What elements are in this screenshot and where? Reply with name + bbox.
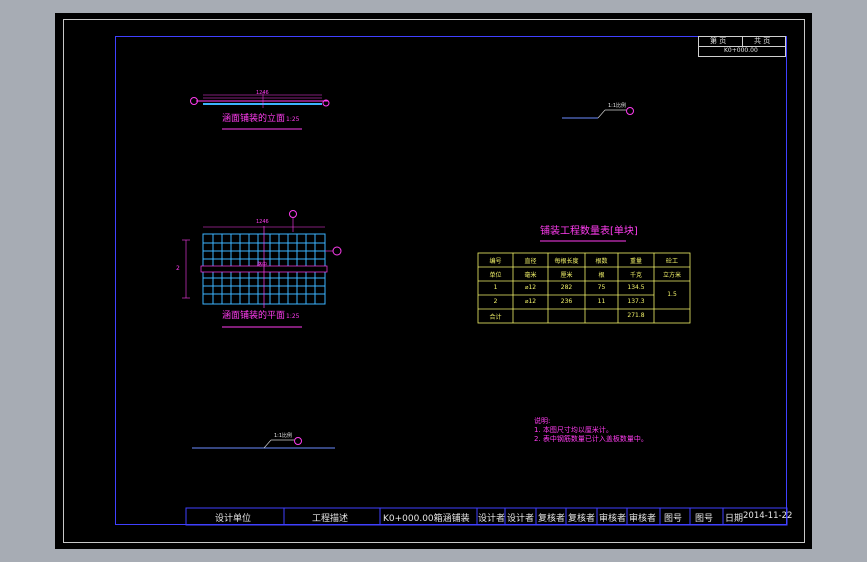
quantity-table-title: 铺装工程数量表[单块]	[540, 226, 638, 237]
elevation-scale: 1:25	[286, 116, 300, 123]
leader-note-top	[562, 107, 634, 119]
table-unit: 千克	[629, 272, 642, 279]
table-cell: 137.3	[627, 298, 645, 305]
table-cell: 271.8	[627, 312, 645, 319]
plan-dimension-top: 1246	[256, 219, 269, 225]
drawing-canvas	[182, 92, 788, 526]
title-figure-number: 图号	[664, 514, 683, 524]
notes-line-2: 2. 表中钢筋数量已计入盖板数量中。	[534, 435, 648, 443]
table-cell: 236	[560, 298, 573, 305]
plan-scale: 1:25	[286, 313, 300, 320]
table-header: 砼工	[665, 258, 678, 265]
table-header: 直径	[524, 258, 537, 265]
table-cell: 1	[493, 284, 498, 291]
title-checker-2: 复核者	[568, 514, 596, 524]
table-cell: ⌀12	[524, 284, 537, 291]
table-header: 编号	[489, 258, 502, 265]
table-cell: ⌀12	[524, 298, 537, 305]
notes-heading: 说明:	[534, 417, 551, 425]
leader-note-bottom	[192, 437, 335, 449]
title-reviewer: 审核者	[599, 514, 627, 524]
table-unit: 立方米	[662, 272, 681, 279]
table-unit: 单位	[489, 272, 502, 279]
plan-dimension-side: 2	[176, 265, 180, 272]
title-drawing-title: K0+000.00箱涵铺装	[383, 514, 470, 524]
table-cell: 282	[560, 284, 573, 291]
table-header: 每根长度	[554, 258, 579, 265]
table-header: 重量	[629, 258, 642, 265]
elevation-caption: 涵面铺装的立面	[222, 114, 286, 124]
table-unit: 毫米	[524, 272, 537, 279]
title-figure-number-2: 图号	[695, 514, 714, 524]
title-date: 2014-11-22	[743, 511, 793, 521]
title-designer: 设计者	[478, 514, 506, 524]
table-cell: 134.5	[627, 284, 645, 291]
leader-note-top-text: 1:1比例	[608, 103, 627, 109]
notes-line-1: 1. 本图尺寸均以厘米计。	[534, 426, 613, 434]
title-designer-2: 设计者	[507, 514, 535, 524]
table-unit: 根	[598, 272, 605, 279]
plan-center-label: 路中	[257, 262, 268, 268]
title-date-label: 日期	[725, 514, 744, 524]
table-cell: 11	[597, 298, 606, 305]
leader-note-bottom-text: 1:1比例	[274, 433, 293, 439]
table-header: 根数	[595, 258, 608, 265]
elevation-dimension: 1246	[256, 90, 269, 96]
title-design-unit: 设计单位	[215, 514, 252, 524]
plan-caption: 涵面铺装的平面	[222, 311, 286, 321]
table-cell: 合计	[489, 314, 502, 321]
plan-view	[182, 210, 342, 328]
title-project: 工程描述	[312, 514, 349, 524]
table-cell: 2	[493, 298, 498, 305]
table-cell: 1.5	[667, 291, 677, 298]
table-cell: 75	[597, 284, 606, 291]
title-reviewer-2: 审核者	[629, 514, 657, 524]
table-unit: 厘米	[560, 272, 573, 279]
title-checker: 复核者	[538, 514, 566, 524]
